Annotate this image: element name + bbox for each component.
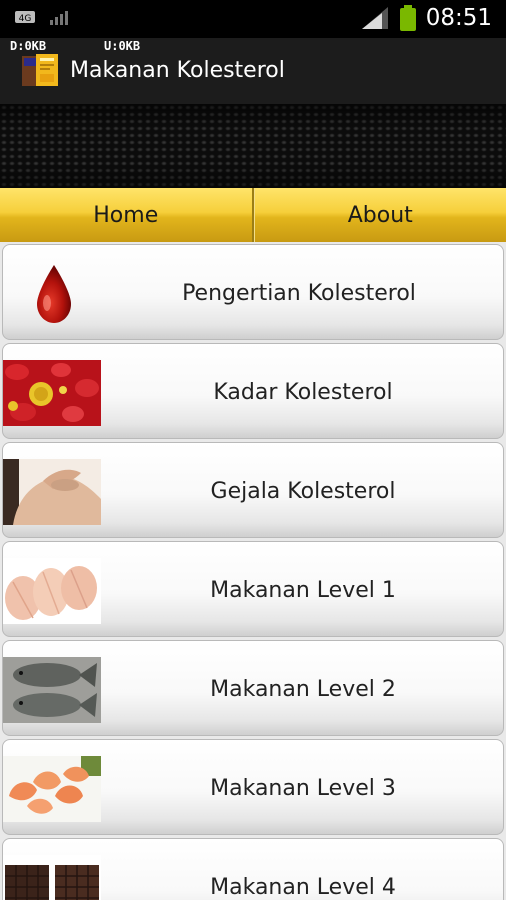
traffic-download: D:0KB [10, 39, 47, 53]
status-bar: 4G 08:51 [0, 0, 506, 38]
weak-signal-icon [50, 11, 68, 25]
menu-item-label: Makanan Level 1 [210, 577, 396, 603]
menu-item-makanan-level-2[interactable]: Makanan Level 2 [2, 640, 504, 736]
tab-bar: Home About [0, 188, 506, 242]
menu-list: Pengertian Kolesterol Kadar Kolesterol G… [0, 242, 506, 900]
menu-item-makanan-level-1[interactable]: Makanan Level 1 [2, 541, 504, 637]
menu-item-gejala-kolesterol[interactable]: Gejala Kolesterol [2, 442, 504, 538]
menu-item-label: Gejala Kolesterol [210, 478, 396, 504]
blood-drop-icon [37, 265, 71, 323]
chocolate-image [3, 855, 101, 900]
tab-about[interactable]: About [253, 188, 506, 242]
blood-cells-image [3, 360, 101, 426]
data-badge-icon: 4G [15, 11, 35, 24]
menu-item-label: Makanan Level 3 [210, 775, 396, 801]
clock-time: 08:51 [425, 5, 492, 31]
menu-item-label: Makanan Level 4 [210, 874, 396, 900]
traffic-upload: U:0KB [104, 39, 141, 53]
shoulder-pain-image [3, 459, 101, 525]
menu-item-kadar-kolesterol[interactable]: Kadar Kolesterol [2, 343, 504, 439]
menu-item-makanan-level-3[interactable]: Makanan Level 3 [2, 739, 504, 835]
action-bar: D:0KB U:0KB Makanan Kolesterol [0, 38, 506, 104]
network-badge-text: 4G [19, 14, 32, 24]
signal-strength-icon [361, 7, 388, 29]
battery-icon [399, 5, 416, 31]
header-banner [0, 104, 506, 188]
app-title: Makanan Kolesterol [70, 58, 285, 83]
shrimp-image [3, 756, 101, 822]
menu-item-makanan-level-4[interactable]: Makanan Level 4 [2, 838, 504, 900]
menu-item-label: Makanan Level 2 [210, 676, 396, 702]
tab-home[interactable]: Home [0, 188, 254, 242]
menu-item-pengertian-kolesterol[interactable]: Pengertian Kolesterol [2, 244, 504, 340]
app-book-icon[interactable] [20, 52, 60, 88]
menu-item-label: Pengertian Kolesterol [182, 280, 416, 306]
chicken-breast-image [3, 558, 101, 624]
menu-item-label: Kadar Kolesterol [213, 379, 393, 405]
fish-image [3, 657, 101, 723]
